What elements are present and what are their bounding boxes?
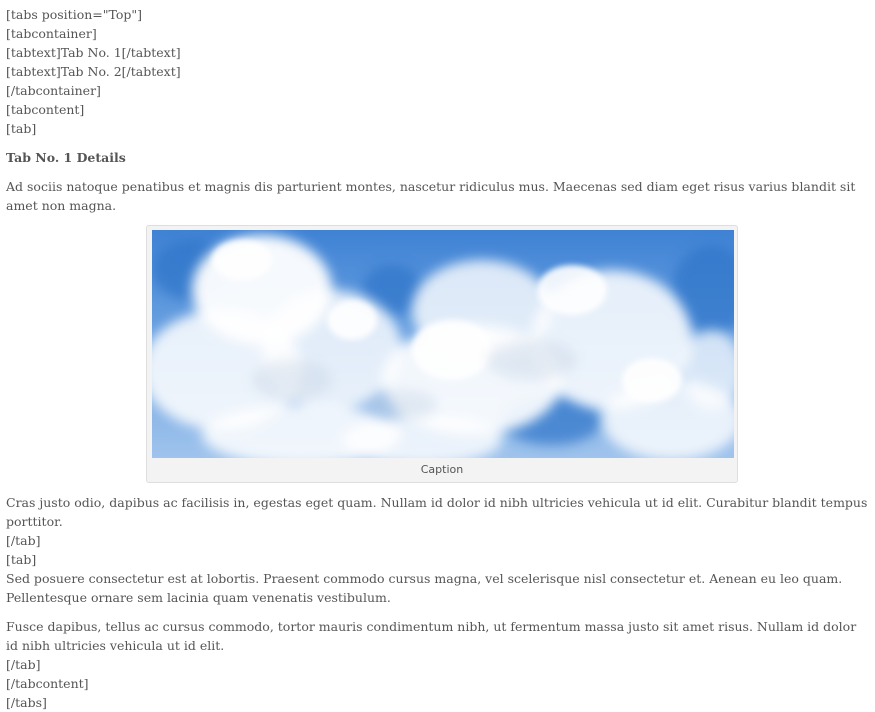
shortcode-tabtext-1: [tabtext]Tab No. 1[/tabtext]	[6, 45, 181, 60]
image-figure: Caption	[146, 225, 738, 483]
shortcode-tab-open: [tab]	[6, 121, 37, 136]
shortcode-tabcontent-close: [/tabcontent]	[6, 676, 89, 691]
clouds-sky-image	[152, 230, 734, 458]
shortcode-tabs-open: [tabs position="Top"]	[6, 7, 143, 22]
shortcode-tabcontainer-close: [/tabcontainer]	[6, 83, 101, 98]
shortcode-tabtext-2: [tabtext]Tab No. 2[/tabtext]	[6, 64, 181, 79]
tab1-after-figure-paragraph: Cras justo odio, dapibus ac facilisis in…	[6, 495, 868, 529]
tab2-paragraph-2: Fusce dapibus, tellus ac cursus commodo,…	[6, 619, 857, 653]
tab1-heading: Tab No. 1 Details	[6, 150, 126, 165]
shortcode-tabcontainer-open: [tabcontainer]	[6, 26, 97, 41]
shortcode-tab-close: [/tab]	[6, 657, 41, 672]
tab1-intro-paragraph: Ad sociis natoque penatibus et magnis di…	[6, 179, 856, 213]
shortcode-tabs-close: [/tabs]	[6, 695, 47, 710]
shortcode-tabcontent-open: [tabcontent]	[6, 102, 85, 117]
shortcode-tab-open: [tab]	[6, 552, 37, 567]
shortcode-tab-close: [/tab]	[6, 533, 41, 548]
post-content: [tabs position="Top"] [tabcontainer] [ta…	[6, 5, 868, 712]
figure-caption: Caption	[420, 463, 464, 476]
tab2-paragraph-1: Sed posuere consectetur est at lobortis.…	[6, 571, 843, 605]
